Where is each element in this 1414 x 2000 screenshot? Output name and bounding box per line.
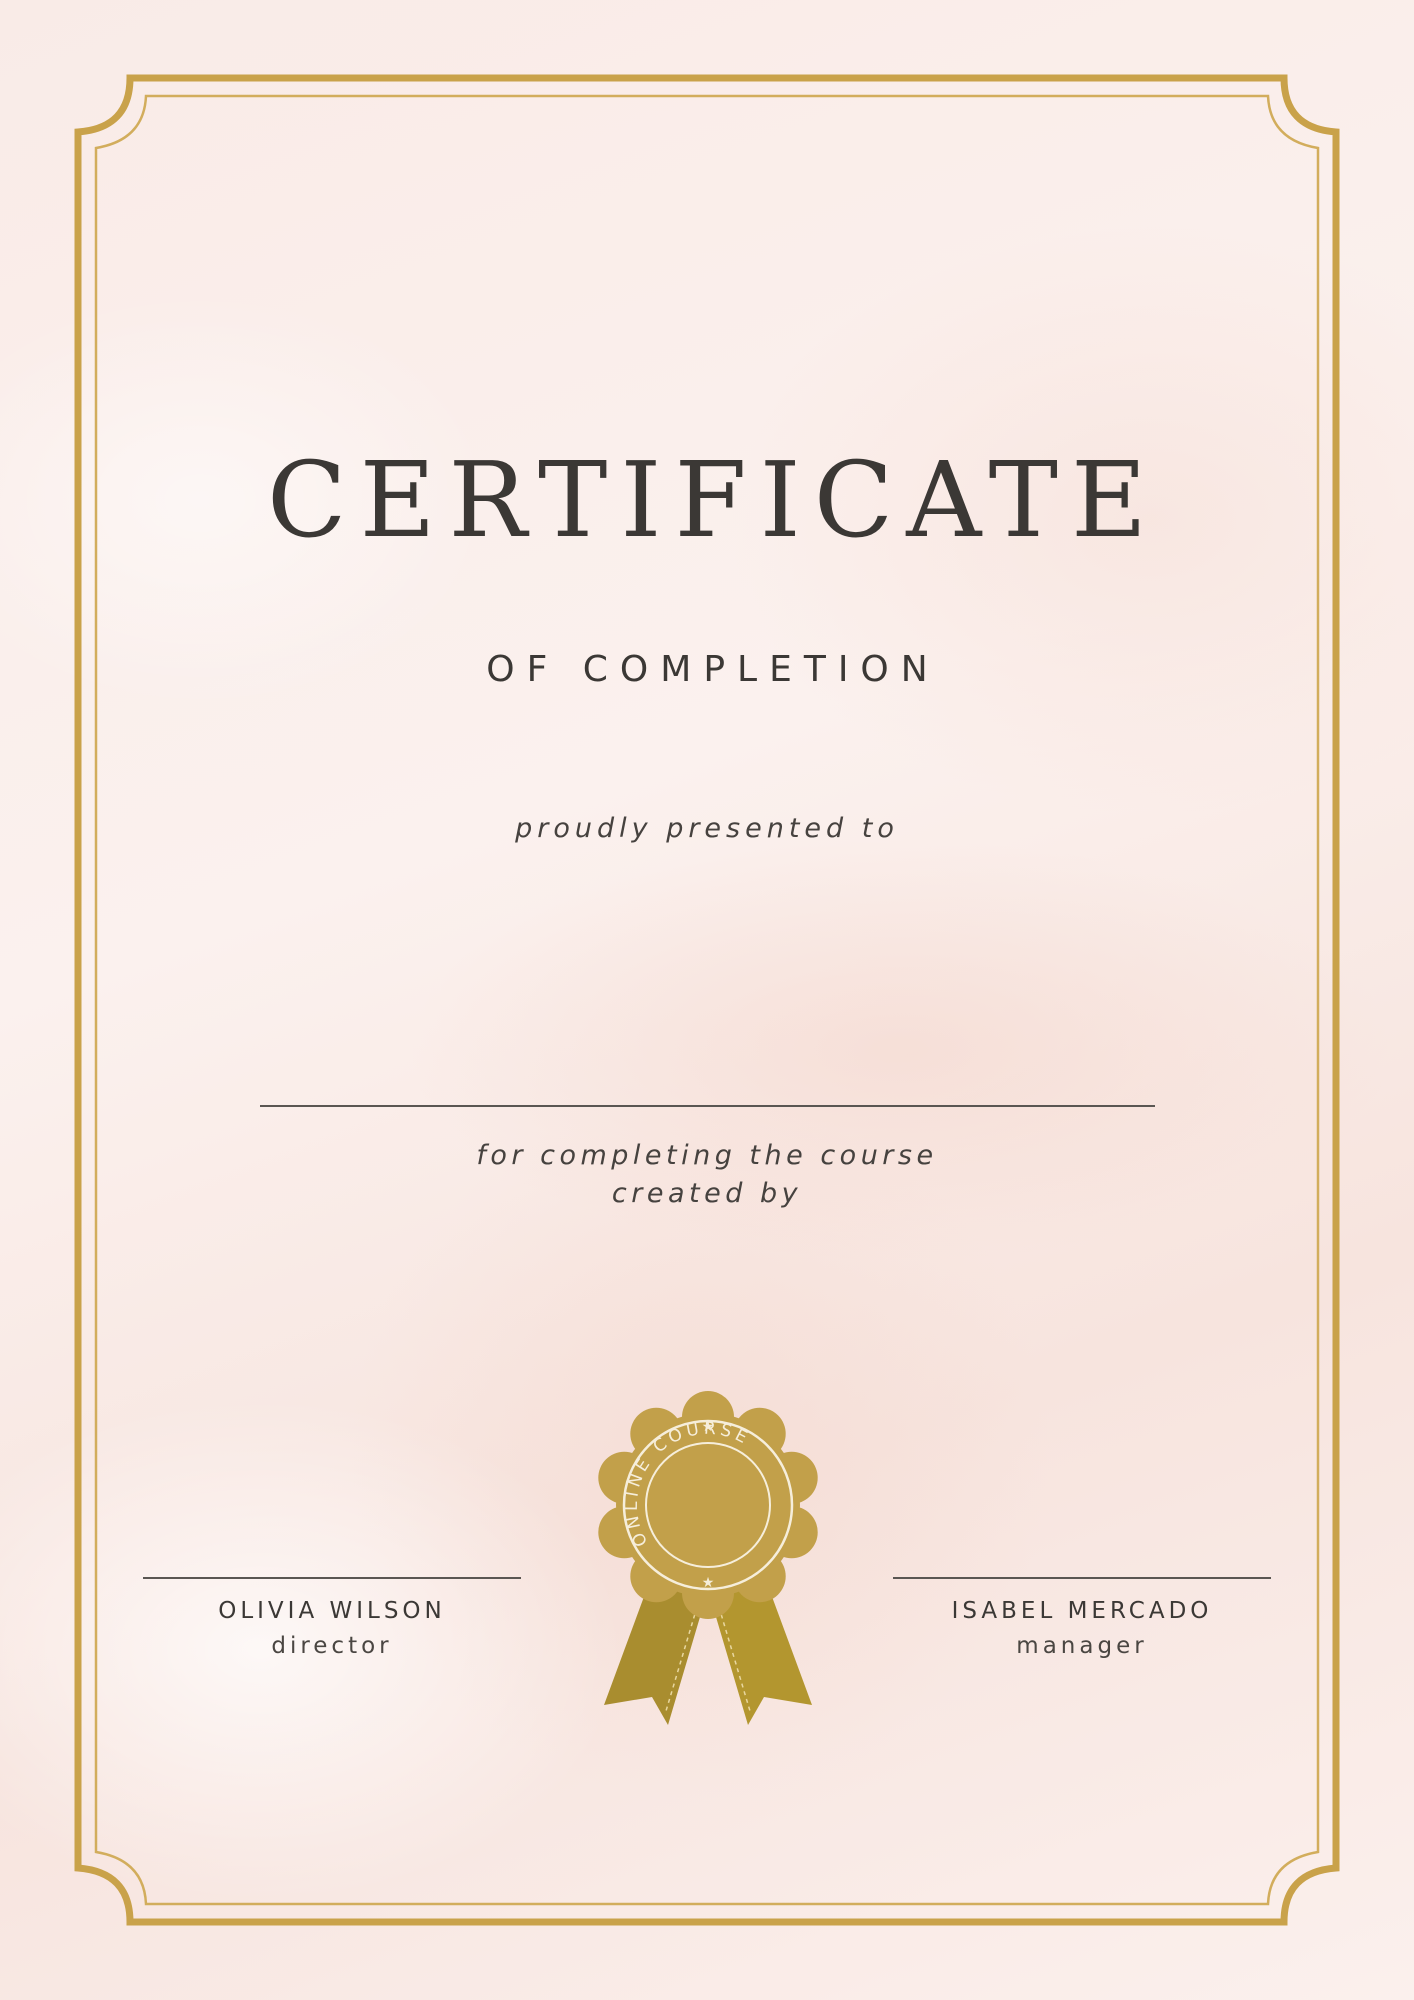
certificate-title: CERTIFICATE (267, 439, 1160, 561)
seal-star-top: ★ (702, 1419, 715, 1435)
signer-name-left: OLIVIA WILSON (218, 1598, 446, 1624)
signer-name-right: ISABEL MERCADO (951, 1598, 1213, 1624)
signer-role-right: manager (1016, 1633, 1148, 1659)
signer-role-left: director (271, 1633, 393, 1659)
signature-line-left (143, 1577, 521, 1579)
signature-line-right (893, 1577, 1271, 1579)
course-description: for completing the course created by (0, 1137, 1414, 1213)
course-line-2: created by (611, 1178, 803, 1209)
course-line-1: for completing the course (476, 1140, 938, 1171)
certificate-subtitle: OF COMPLETION (486, 649, 940, 690)
award-ribbon-seal-icon: ONLINE COURSE ★ ★ (598, 1391, 818, 1725)
presented-to-text: proudly presented to (515, 813, 899, 844)
recipient-name-line (260, 1105, 1155, 1107)
seal-star-bottom: ★ (702, 1575, 715, 1591)
